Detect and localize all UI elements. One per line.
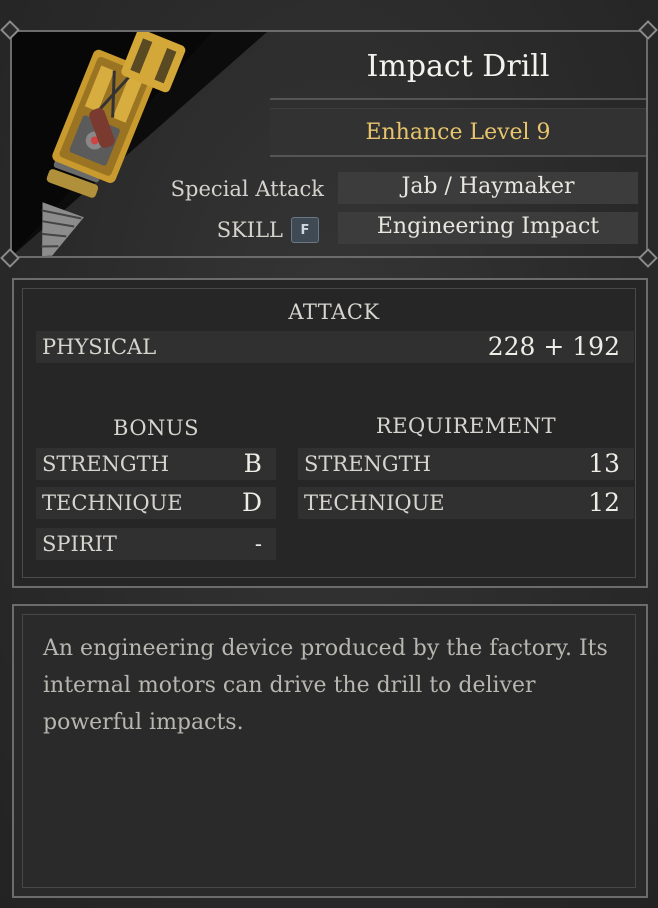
requirement-value: 13 <box>588 449 620 478</box>
bonus-label: STRENGTH <box>42 452 170 476</box>
bonus-title: BONUS <box>113 416 199 440</box>
bonus-label: TECHNIQUE <box>42 491 183 515</box>
physical-value: 228 + 192 <box>487 332 620 361</box>
requirement-label: TECHNIQUE <box>304 491 445 515</box>
item-description: An engineering device produced by the fa… <box>43 636 608 735</box>
requirement-row-technique: TECHNIQUE 12 <box>298 487 634 519</box>
bonus-grade: D <box>241 488 262 517</box>
bonus-row-spirit: SPIRIT - <box>36 528 276 560</box>
skill-value: Engineering Impact <box>338 212 638 244</box>
requirement-title: REQUIREMENT <box>375 414 557 438</box>
item-name: Impact Drill <box>270 40 646 100</box>
bonus-label: SPIRIT <box>42 532 117 556</box>
bonus-grade: B <box>243 449 262 478</box>
skill-label: SKILL <box>216 218 283 242</box>
bonus-row-strength: STRENGTH B <box>36 448 276 480</box>
requirement-row-strength: STRENGTH 13 <box>298 448 634 480</box>
bonus-grade: - <box>254 532 262 556</box>
attack-title: ATTACK <box>288 300 380 324</box>
bonus-row-technique: TECHNIQUE D <box>36 487 276 519</box>
physical-label: PHYSICAL <box>42 335 157 359</box>
physical-attack-row: PHYSICAL 228 + 192 <box>36 331 634 363</box>
requirement-label: STRENGTH <box>304 452 432 476</box>
enhance-level: Enhance Level 9 <box>270 108 646 157</box>
requirement-value: 12 <box>588 488 620 517</box>
special-attack-label: Special Attack <box>170 177 324 201</box>
item-header: Impact Drill Enhance Level 9 Special Att… <box>0 0 658 268</box>
skill-key-badge: F <box>291 217 319 243</box>
special-attack-value: Jab / Haymaker <box>338 172 638 204</box>
